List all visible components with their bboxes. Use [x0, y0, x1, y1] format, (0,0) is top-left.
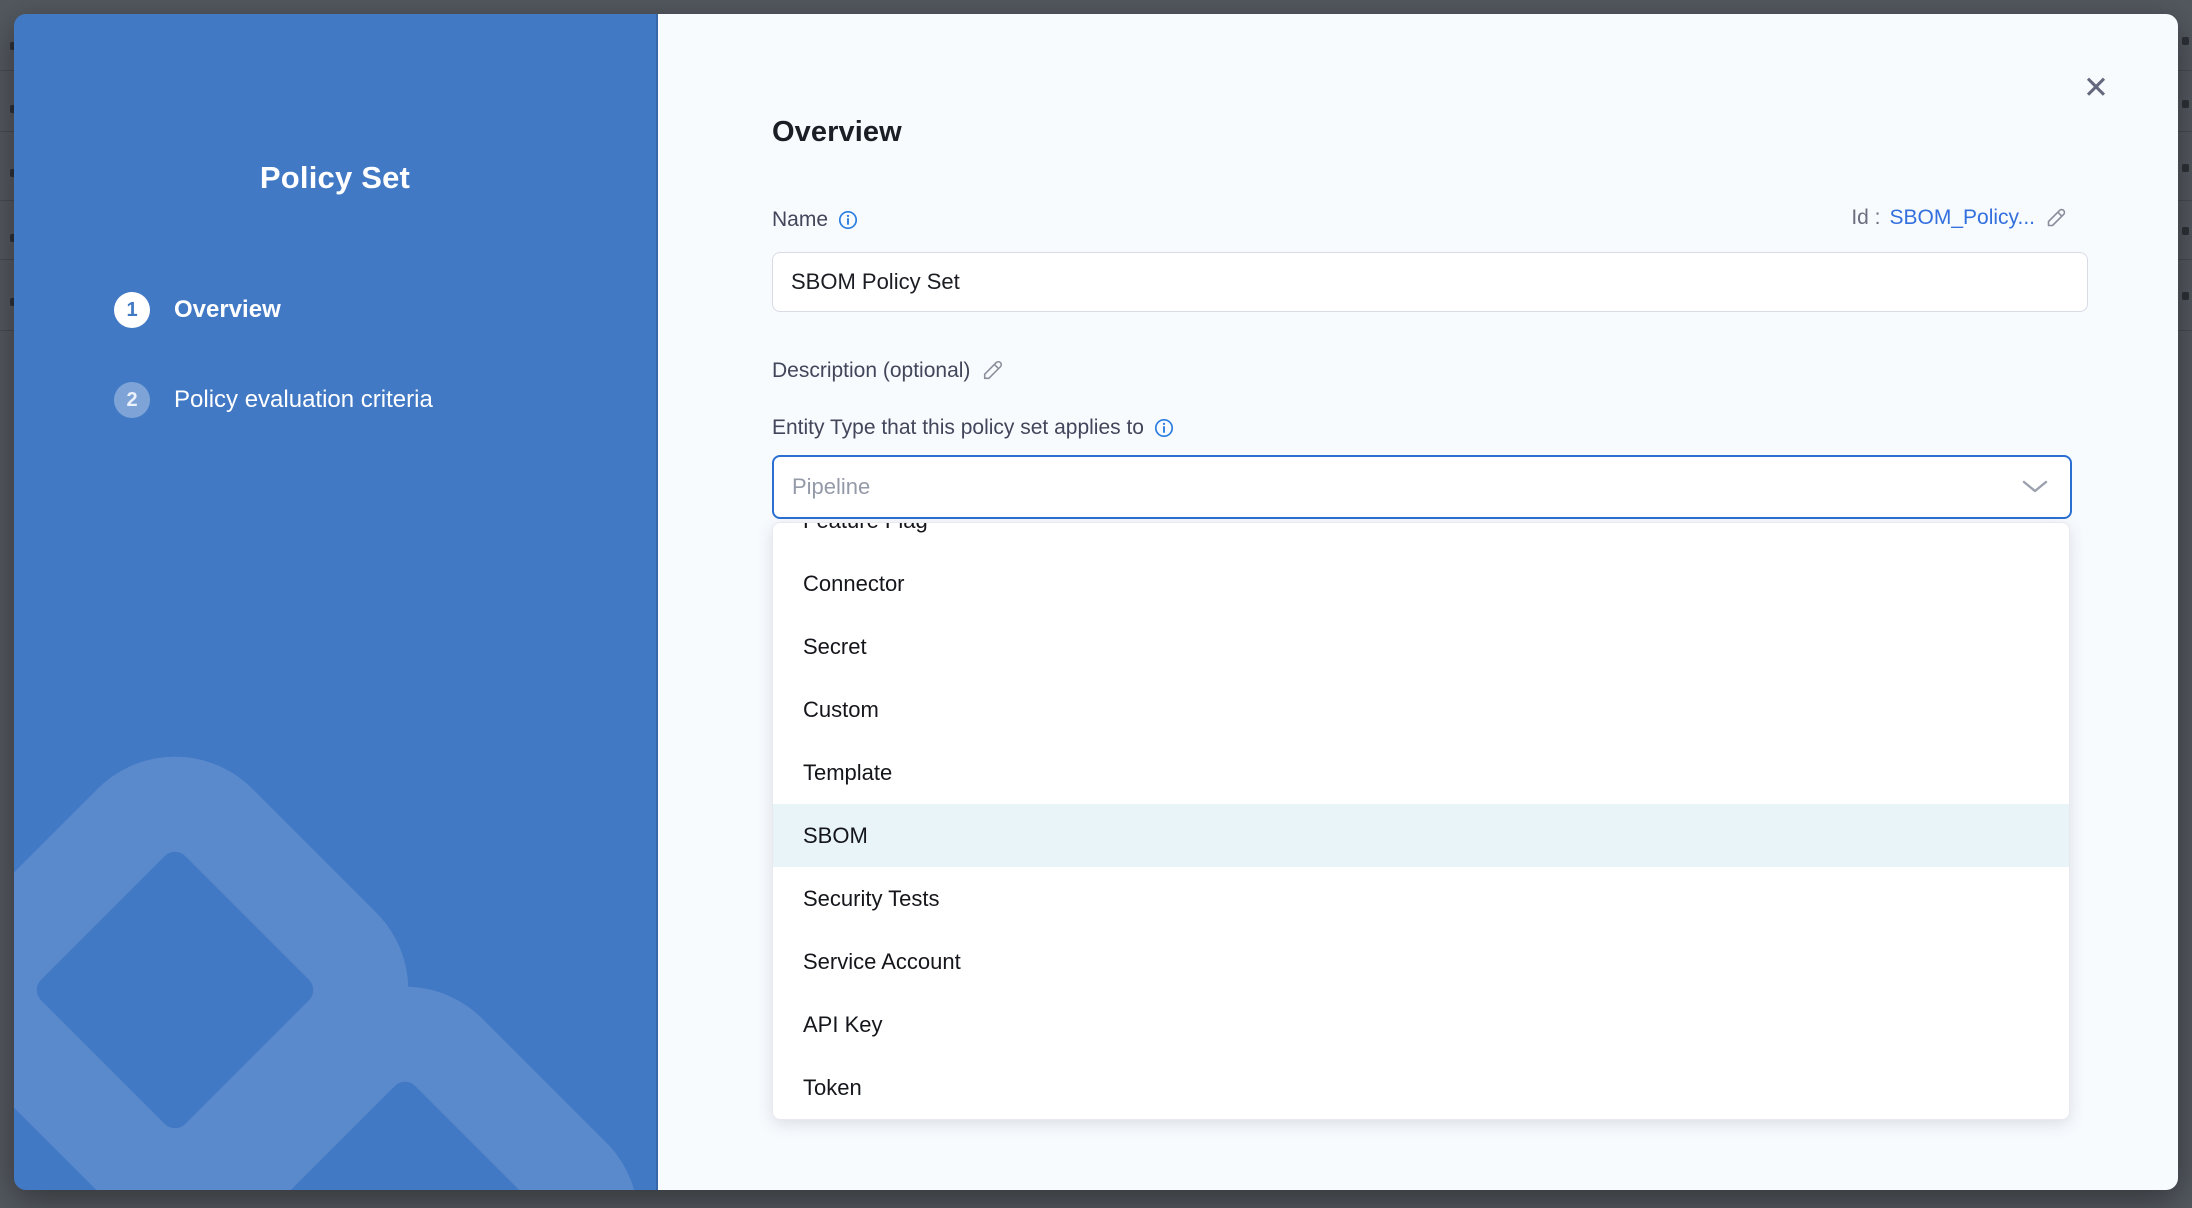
dropdown-item-api-key[interactable]: API Key — [773, 993, 2069, 1056]
page-title: Overview — [772, 116, 902, 149]
dropdown-item-template[interactable]: Template — [773, 741, 2069, 804]
step-number-badge: 2 — [114, 382, 150, 418]
info-icon — [838, 210, 858, 230]
background-icon-fragment — [2182, 37, 2189, 45]
step-overview[interactable]: 1 Overview — [114, 292, 281, 328]
background-icon-fragment — [2182, 100, 2189, 108]
background-icon-fragment — [2182, 292, 2189, 300]
modal-content: ✕ Overview Name Id : SBOM_Policy... — [658, 14, 2178, 1190]
description-label: Description (optional) — [772, 359, 970, 383]
id-link[interactable]: SBOM_Policy... — [1890, 206, 2035, 230]
dropdown-item-service-account[interactable]: Service Account — [773, 930, 2069, 993]
name-label: Name — [772, 208, 828, 232]
dropdown-item-feature-flag[interactable]: Feature Flag — [773, 522, 2069, 552]
background-icon-fragment — [2182, 164, 2189, 172]
select-placeholder: Pipeline — [774, 474, 2022, 500]
dropdown-item-token[interactable]: Token — [773, 1056, 2069, 1119]
step-label: Overview — [174, 296, 281, 324]
chevron-down-icon — [2022, 480, 2048, 494]
step-policy-evaluation-criteria[interactable]: 2 Policy evaluation criteria — [114, 382, 433, 418]
entity-type-label: Entity Type that this policy set applies… — [772, 416, 1144, 440]
dropdown-item-secret[interactable]: Secret — [773, 615, 2069, 678]
dropdown-item-sbom[interactable]: SBOM — [773, 804, 2069, 867]
step-label: Policy evaluation criteria — [174, 386, 433, 414]
harness-logo-watermark — [14, 614, 658, 1190]
name-input-value: SBOM Policy Set — [791, 269, 960, 294]
info-icon — [1154, 418, 1174, 438]
name-label-row: Name Id : SBOM_Policy... — [772, 208, 2068, 232]
edit-description-icon[interactable] — [980, 358, 1005, 383]
entity-type-select[interactable]: Pipeline — [772, 455, 2072, 519]
dropdown-item-custom[interactable]: Custom — [773, 678, 2069, 741]
name-input[interactable]: SBOM Policy Set — [772, 252, 2088, 312]
screen: Policy Set 1 Overview 2 Policy evaluatio… — [0, 0, 2192, 1208]
id-prefix: Id : — [1851, 206, 1880, 230]
dropdown-item-security-tests[interactable]: Security Tests — [773, 867, 2069, 930]
modal-sidebar: Policy Set 1 Overview 2 Policy evaluatio… — [14, 14, 658, 1190]
description-row: Description (optional) — [772, 358, 2068, 383]
edit-id-icon[interactable] — [2044, 206, 2068, 230]
entity-type-dropdown: Feature Flag Connector Secret Custom Tem… — [772, 522, 2070, 1120]
modal-title: Policy Set — [14, 160, 656, 196]
entity-type-row: Entity Type that this policy set applies… — [772, 416, 2068, 440]
id-row: Id : SBOM_Policy... — [1851, 206, 2068, 230]
dropdown-item-connector[interactable]: Connector — [773, 552, 2069, 615]
close-button[interactable]: ✕ — [2078, 70, 2114, 106]
step-number-badge: 1 — [114, 292, 150, 328]
policy-set-modal: Policy Set 1 Overview 2 Policy evaluatio… — [14, 14, 2178, 1190]
close-icon: ✕ — [2083, 70, 2109, 105]
background-icon-fragment — [2182, 227, 2189, 235]
